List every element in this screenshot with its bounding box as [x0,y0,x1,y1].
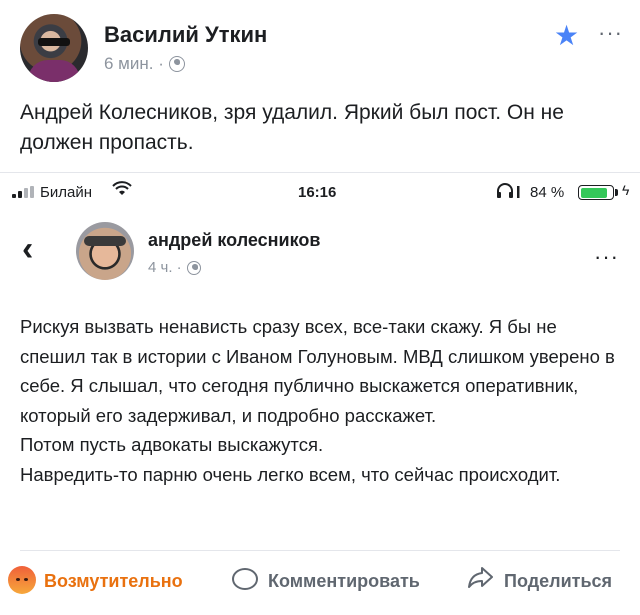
comment-icon[interactable] [232,568,258,590]
post-meta: 4 ч. · [148,259,201,276]
clock: 16:16 [298,184,337,201]
author-name[interactable]: Василий Уткин [104,22,267,48]
author-name[interactable]: андрей колесников [148,230,320,251]
globe-icon [186,260,201,275]
avatar-shirt [28,60,80,82]
share-icon[interactable] [468,566,494,594]
status-bar: Билайн 16:16 84 % ϟ [0,178,640,208]
globe-icon [168,56,185,72]
carrier-name: Билайн [40,184,92,201]
angry-face-icon[interactable] [8,566,36,594]
post-meta: 6 мин. · [104,54,185,74]
post-time[interactable]: 6 мин. · [104,54,164,74]
avatar-goggles [84,236,126,246]
more-options-button[interactable]: ··· [598,20,623,46]
divider [0,172,640,173]
reaction-button[interactable]: Возмутительно [44,571,183,592]
bolt-icon: ϟ [622,182,630,198]
avatar[interactable] [76,222,134,280]
battery-icon [578,185,614,200]
more-options-button[interactable]: ··· [594,244,619,270]
share-button[interactable]: Поделиться [504,571,612,592]
post-text: Андрей Колесников, зря удалил. Яркий был… [20,101,564,154]
signal-icon [12,186,36,198]
comment-button[interactable]: Комментировать [268,571,420,592]
post-time[interactable]: 4 ч. · [148,259,182,276]
battery-percent: 84 % [530,184,565,201]
avatar-glasses [38,38,70,46]
battery-tip [615,189,618,196]
outer-post: Василий Уткин 6 мин. · ★ ··· Андрей Коле… [0,0,640,172]
headphones-icon [496,183,524,203]
action-bar: Возмутительно Комментировать Поделиться [0,556,640,608]
battery-level [580,187,607,198]
post-text: Рискуя вызвать ненависть сразу всех, все… [20,316,615,485]
avatar[interactable] [20,14,88,82]
star-icon[interactable]: ★ [554,22,579,50]
divider [20,550,620,551]
wifi-icon [112,181,132,202]
back-button[interactable]: ‹ [22,232,33,266]
